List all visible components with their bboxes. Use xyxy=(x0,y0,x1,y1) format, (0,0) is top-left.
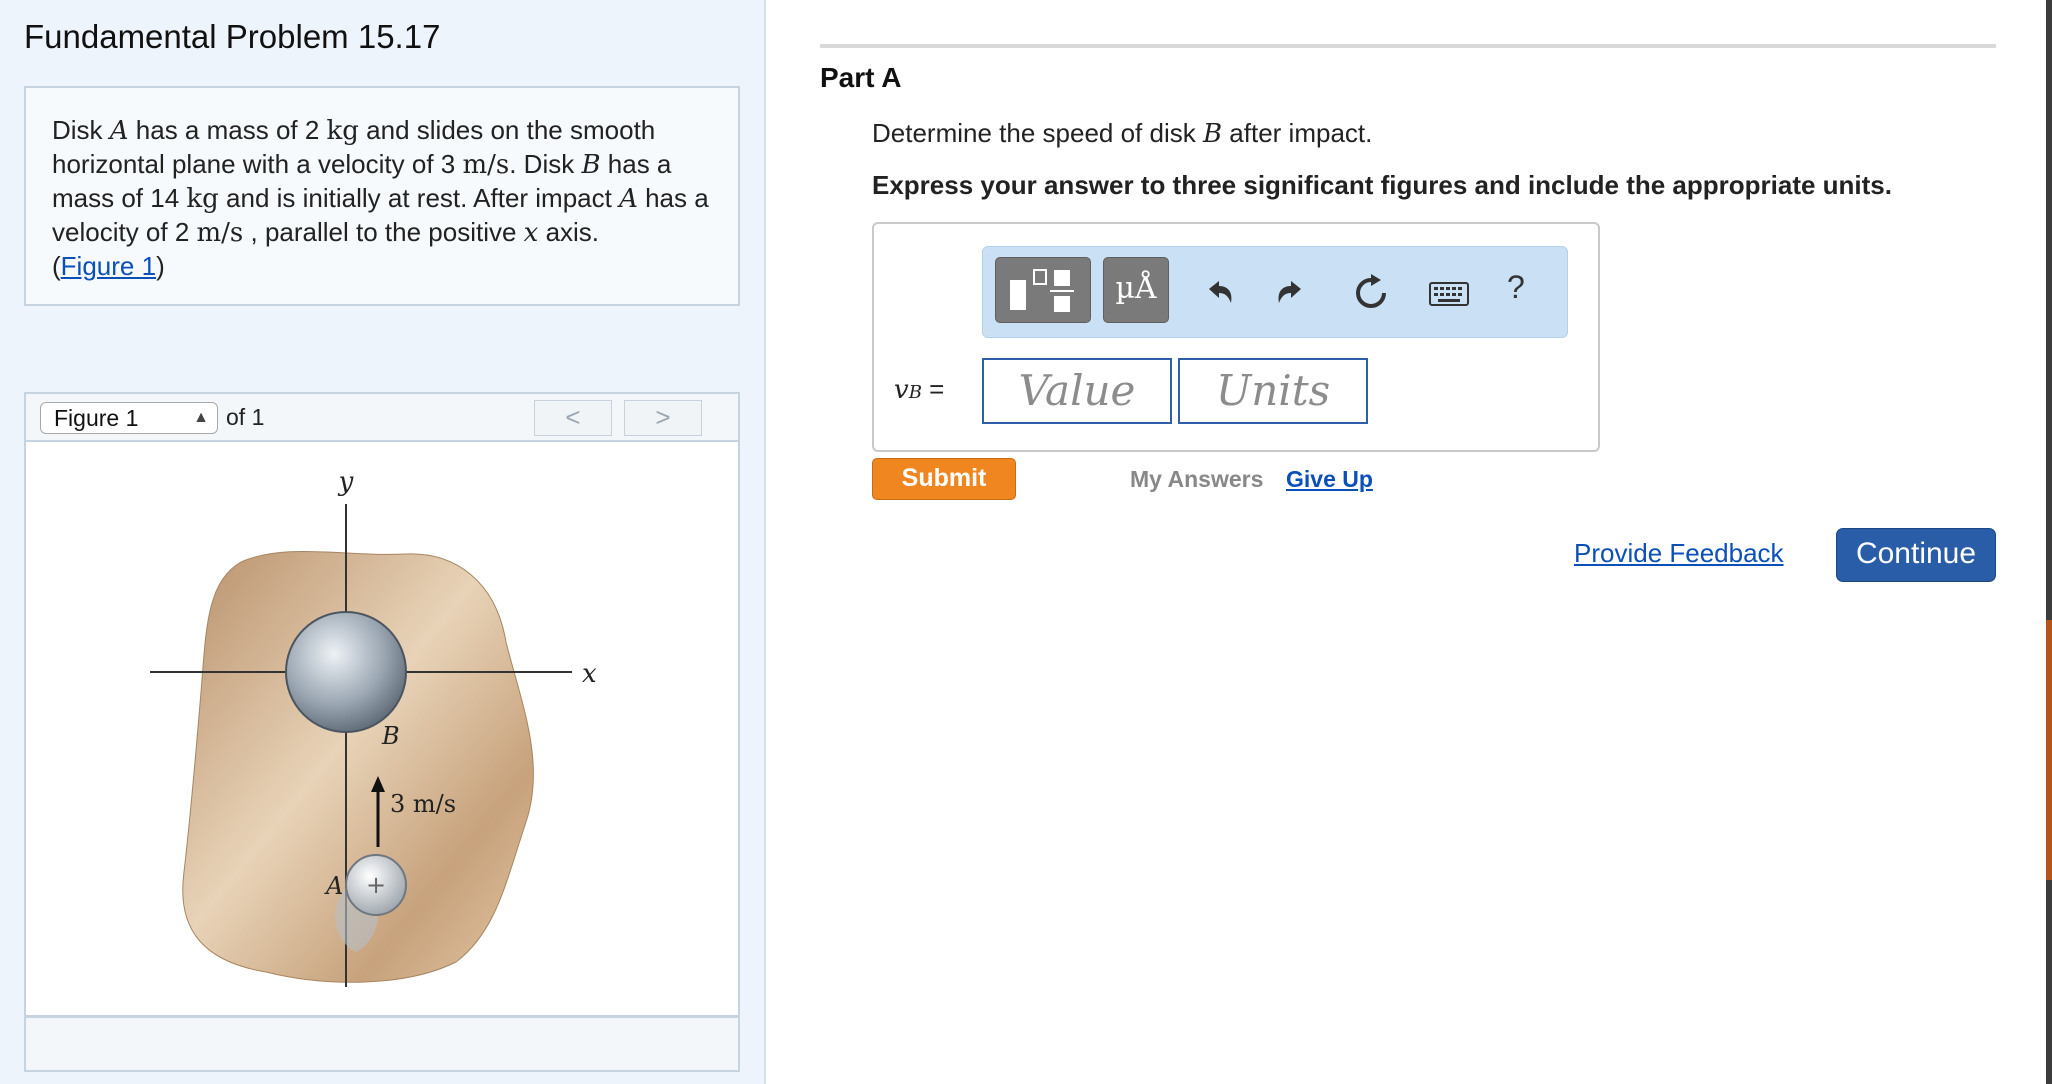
value-input[interactable]: Value xyxy=(982,358,1172,424)
window-edge-accent xyxy=(2046,620,2052,880)
center-plus-icon: + xyxy=(366,871,386,899)
var-x: x xyxy=(523,218,539,248)
continue-button[interactable]: Continue xyxy=(1836,528,1996,582)
unit-kg: kg xyxy=(186,184,219,214)
problem-text: has a mass of 2 xyxy=(128,115,327,145)
disk-b-label: B xyxy=(381,722,400,750)
reset-icon[interactable] xyxy=(1349,271,1393,315)
figure-1-image: + y x B 3 m/s A xyxy=(150,467,597,987)
disk-a-label: A xyxy=(324,872,343,900)
templates-button[interactable] xyxy=(995,257,1091,323)
unit-kg: kg xyxy=(326,116,359,146)
question-text: Determine the speed of disk B after impa… xyxy=(872,118,1372,149)
x-axis-label: x xyxy=(582,659,597,689)
problem-statement: Disk A has a mass of 2 kg and slides on … xyxy=(24,86,740,306)
give-up-link[interactable]: Give Up xyxy=(1286,466,1373,493)
problem-title: Fundamental Problem 15.17 xyxy=(24,18,441,55)
paren: ( xyxy=(52,251,61,281)
question-var: B xyxy=(1202,119,1223,149)
problem-pane: Fundamental Problem 15.17 Disk A has a m… xyxy=(0,0,766,1084)
problem-text: axis. xyxy=(538,217,600,247)
figure-select-value: Figure 1 xyxy=(54,405,139,431)
figure-nav-bar: Figure 1 ▲ of 1 < > xyxy=(24,392,740,442)
var-a: A xyxy=(619,184,638,214)
var-a: A xyxy=(109,116,129,146)
var-b: B xyxy=(581,150,601,180)
disk-b xyxy=(285,611,407,733)
velocity-label: 3 m/s xyxy=(390,790,456,818)
figure-footer xyxy=(24,1016,740,1072)
figure-panel: + y x B 3 m/s A xyxy=(24,442,740,1017)
unit-ms: m/s xyxy=(196,218,244,248)
select-arrows-icon: ▲ xyxy=(193,409,209,426)
answer-box: µÅ ? vB = Value Units xyxy=(872,222,1600,452)
figure-select[interactable]: Figure 1 ▲ xyxy=(40,402,218,434)
math-toolbar: µÅ ? xyxy=(982,246,1568,338)
figure-count: of 1 xyxy=(226,404,265,430)
units-input[interactable]: Units xyxy=(1178,358,1368,424)
question-prefix: Determine the speed of disk xyxy=(872,118,1203,148)
equals-sign: = xyxy=(929,374,945,404)
part-title: Part A xyxy=(820,62,902,93)
submit-button[interactable]: Submit xyxy=(872,458,1016,500)
units-symbols-icon: µÅ xyxy=(1115,271,1157,306)
help-icon[interactable]: ? xyxy=(1507,269,1525,306)
provide-feedback-link[interactable]: Provide Feedback xyxy=(1574,538,1784,569)
question-suffix: after impact. xyxy=(1222,118,1373,148)
undo-icon[interactable] xyxy=(1195,271,1239,315)
part-divider xyxy=(820,44,1996,48)
problem-text: and is initially at rest. After impact xyxy=(218,183,620,213)
problem-text: Disk xyxy=(52,115,110,145)
paren: ) xyxy=(156,251,165,281)
unit-ms: m/s xyxy=(462,150,510,180)
instructions: Express your answer to three significant… xyxy=(872,170,1892,200)
figure-link[interactable]: Figure 1 xyxy=(61,251,156,281)
answer-var: v xyxy=(894,375,909,405)
problem-text: . Disk xyxy=(509,149,582,179)
prev-figure-button[interactable]: < xyxy=(534,400,612,436)
window-edge xyxy=(2046,0,2052,1084)
templates-icon xyxy=(1010,269,1074,312)
next-figure-button[interactable]: > xyxy=(624,400,702,436)
redo-icon[interactable] xyxy=(1271,271,1315,315)
my-answers-link[interactable]: My Answers xyxy=(1130,466,1263,493)
y-axis-label: y xyxy=(338,467,354,497)
answer-variable-label: vB = xyxy=(894,374,944,405)
problem-text: , parallel to the positive xyxy=(243,217,524,247)
answer-var-sub: B xyxy=(908,382,922,403)
keyboard-icon[interactable] xyxy=(1427,271,1471,315)
units-symbols-button[interactable]: µÅ xyxy=(1103,257,1169,323)
